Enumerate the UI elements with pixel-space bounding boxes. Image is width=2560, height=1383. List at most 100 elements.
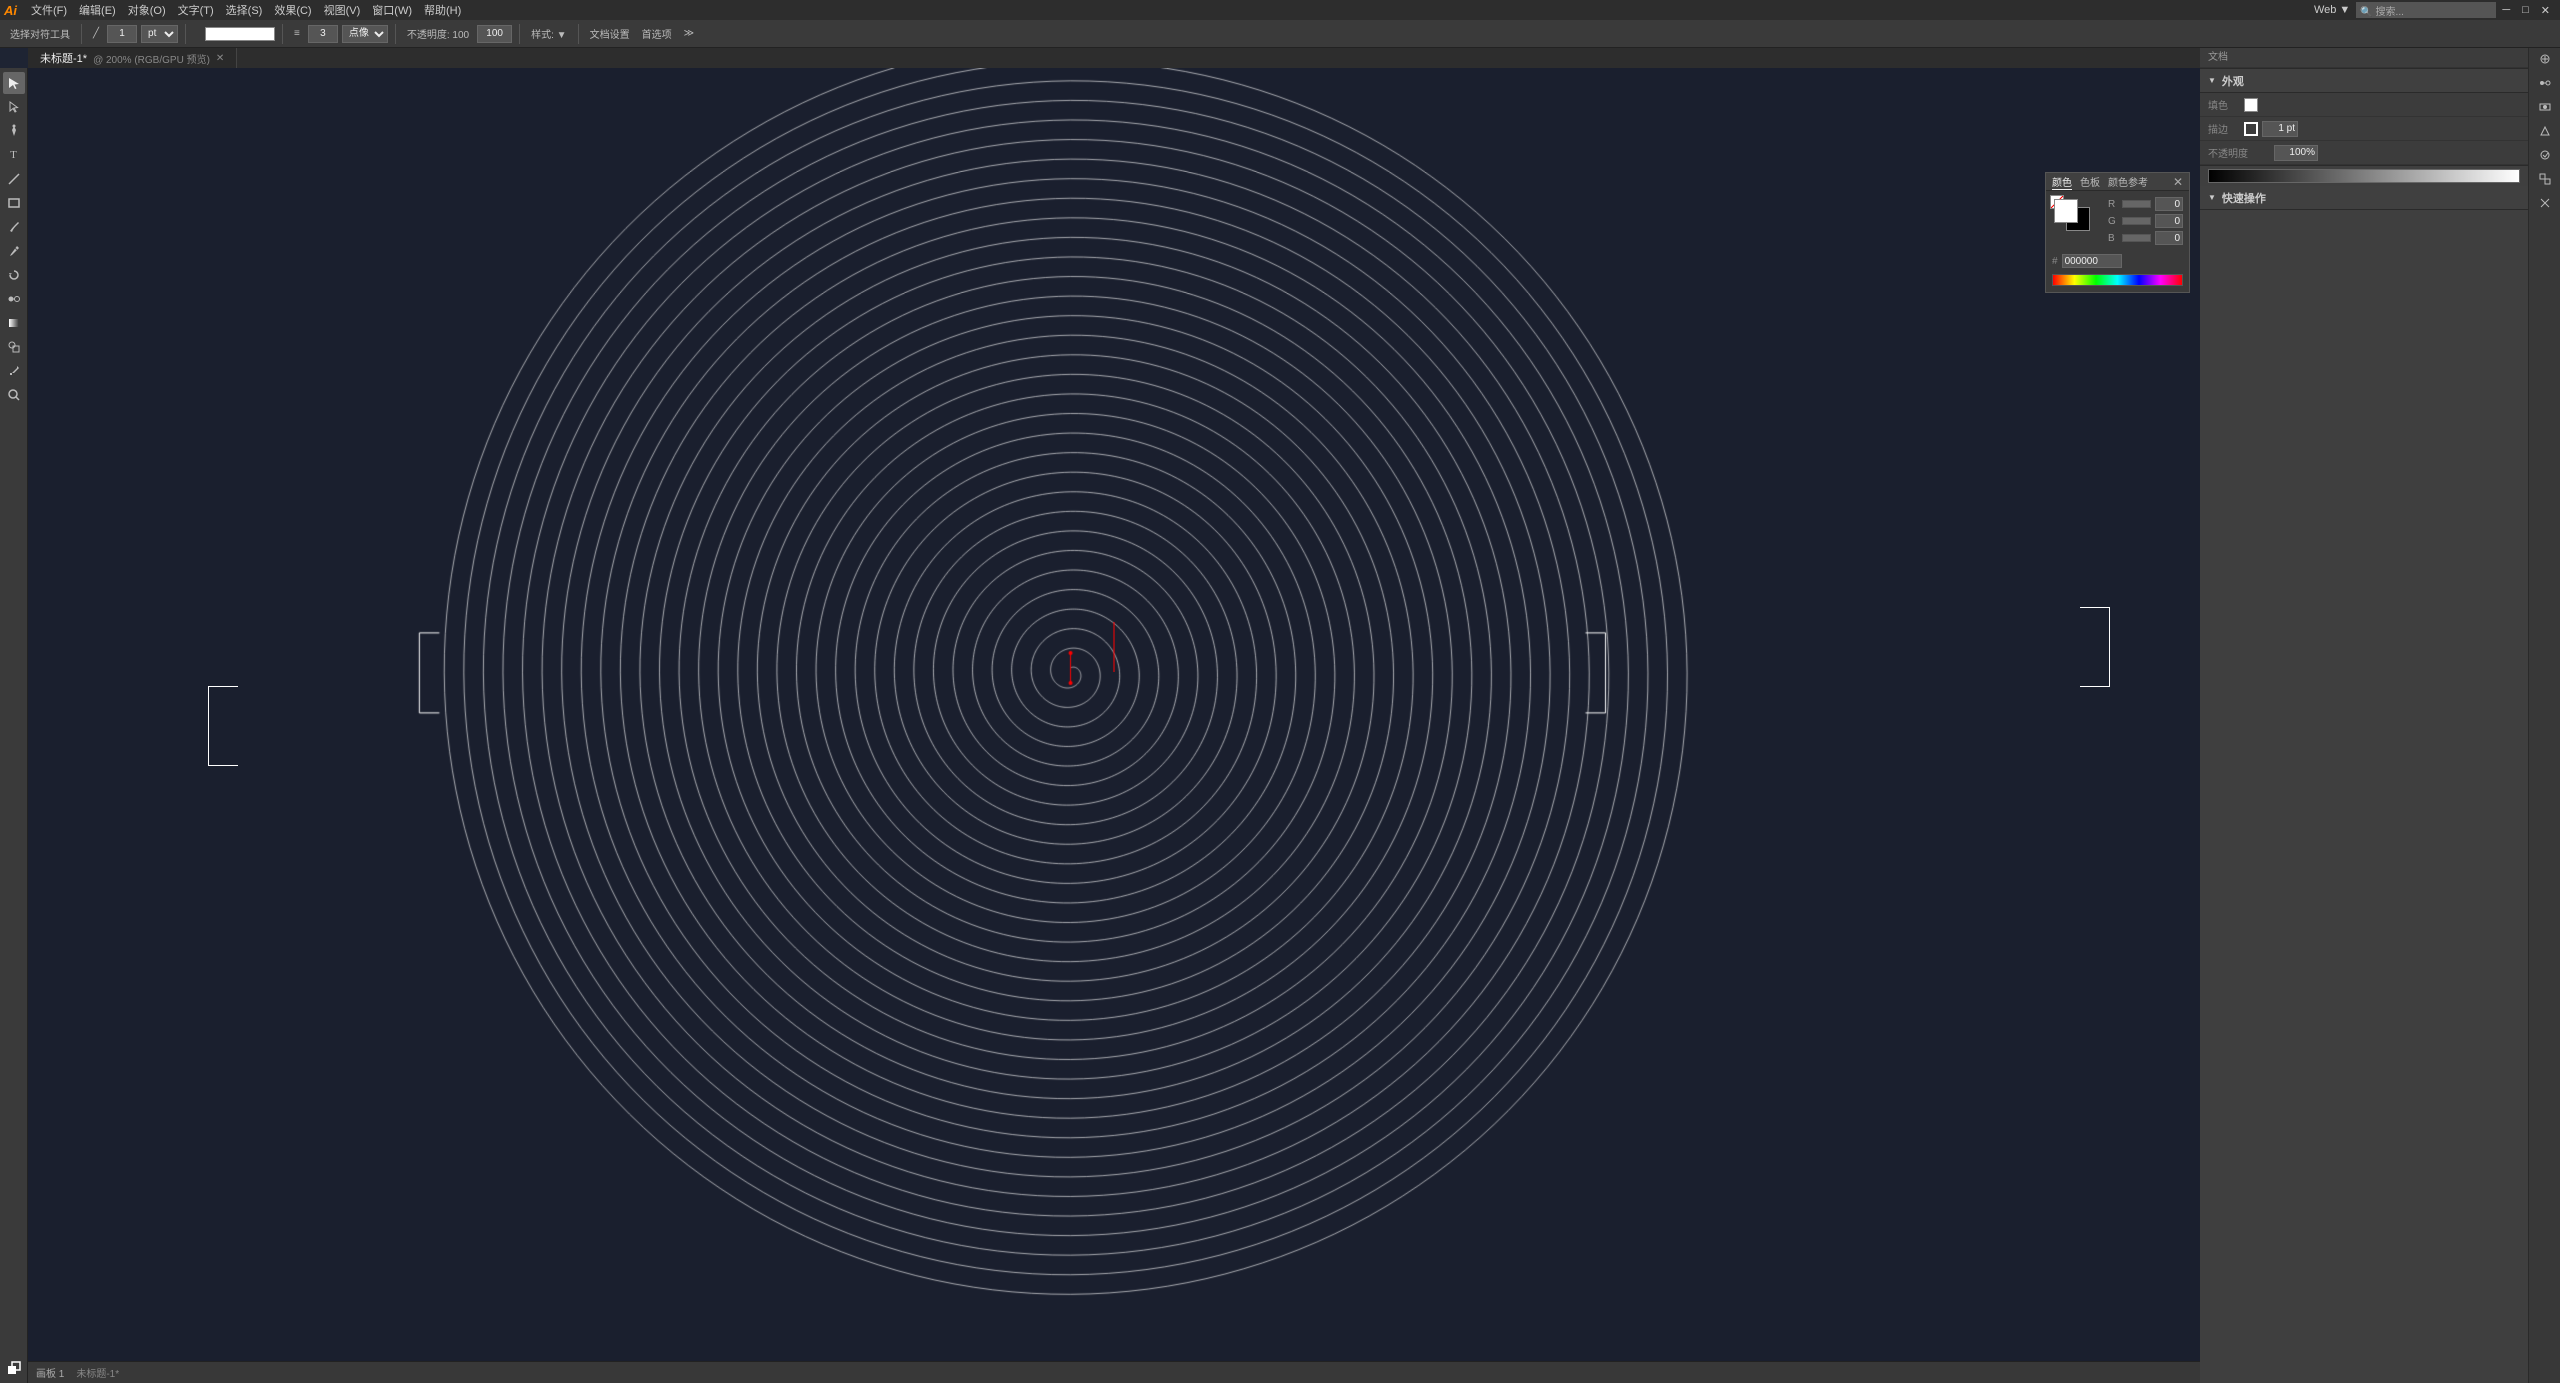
outer-btn-5[interactable] xyxy=(2533,120,2557,142)
opacity-value-input[interactable] xyxy=(2274,145,2318,161)
gradient-bar xyxy=(2208,169,2520,183)
close-btn[interactable]: ✕ xyxy=(2535,4,2556,17)
more-btn[interactable]: ≫ xyxy=(680,26,698,41)
outer-btn-2[interactable] xyxy=(2533,48,2557,70)
stroke-color-swatch[interactable] xyxy=(2244,122,2258,136)
hex-input[interactable] xyxy=(2062,254,2122,268)
stroke-weight-input[interactable] xyxy=(2262,121,2298,137)
blend-tool-btn[interactable] xyxy=(3,288,25,310)
fill-stroke-panel: 填色 描边 不透明度 xyxy=(2200,93,2528,166)
stroke-preview xyxy=(205,27,275,41)
menu-window[interactable]: 窗口(W) xyxy=(366,2,418,18)
stroke-unit-select[interactable]: pt px xyxy=(141,25,178,43)
appearance-header[interactable]: ▼ 外观 xyxy=(2200,69,2528,93)
red-input[interactable] xyxy=(2155,197,2183,211)
zoom-tool-btn[interactable] xyxy=(3,384,25,406)
menu-type[interactable]: 文字(T) xyxy=(172,2,220,18)
document-tab[interactable]: 未标题-1* @ 200% (RGB/GPU 预览) ✕ xyxy=(28,48,237,68)
stroke-value-area xyxy=(2244,121,2298,137)
sep-2 xyxy=(185,24,186,44)
menu-web: Web ▼ xyxy=(2308,4,2356,16)
color-tab-reference[interactable]: 颜色参考 xyxy=(2108,174,2148,190)
blue-input[interactable] xyxy=(2155,231,2183,245)
sep-6 xyxy=(578,24,579,44)
outer-btn-4[interactable] xyxy=(2533,96,2557,118)
canvas-area[interactable] xyxy=(28,68,2200,1383)
direct-selection-tool-btn[interactable] xyxy=(3,96,25,118)
blue-label: B xyxy=(2108,233,2118,244)
outer-btn-7[interactable] xyxy=(2533,168,2557,190)
outer-btn-6[interactable] xyxy=(2533,144,2557,166)
opacity-input[interactable] xyxy=(477,25,512,43)
color-spectrum-bar[interactable] xyxy=(2052,274,2183,286)
paintbrush-tool-btn[interactable] xyxy=(3,216,25,238)
color-panel-header: 颜色 色板 颜色参考 ✕ xyxy=(2046,173,2189,191)
rotate-tool-btn[interactable] xyxy=(3,264,25,286)
appearance-triangle: ▼ xyxy=(2208,76,2216,85)
restore-btn[interactable]: □ xyxy=(2516,4,2535,16)
menu-help[interactable]: 帮助(H) xyxy=(418,2,467,18)
status-bar: 画板 1 未标题-1* xyxy=(28,1361,2200,1383)
green-slider-row: G xyxy=(2108,214,2183,228)
fill-swatch-fg[interactable] xyxy=(2054,199,2078,223)
pen-tool-btn[interactable] xyxy=(3,120,25,142)
doc-label: 文档 xyxy=(2208,48,2228,63)
weight-input[interactable] xyxy=(308,25,338,43)
fill-color-swatch[interactable] xyxy=(2244,98,2258,112)
style-select[interactable]: 样式: ▼ xyxy=(527,24,570,43)
menu-effect[interactable]: 效果(C) xyxy=(268,2,317,18)
hex-row: # xyxy=(2052,254,2183,268)
tab-label: 未标题-1* xyxy=(40,50,87,66)
preferences-btn[interactable]: 首选项 xyxy=(638,24,676,43)
menu-bar: Ai 文件(F) 编辑(E) 对象(O) 文字(T) 选择(S) 效果(C) 视… xyxy=(0,0,2560,20)
color-tab-swatches[interactable]: 色板 xyxy=(2080,174,2100,190)
color-tab-color[interactable]: 颜色 xyxy=(2052,174,2072,190)
gradient-tool-btn[interactable] xyxy=(3,312,25,334)
toolbar: 选择对符工具 ╱ pt px ≡ 点像 pt 不透明度: 100 样式: ▼ 文… xyxy=(0,20,2560,48)
tools-panel: T xyxy=(0,68,28,1383)
weight-icon: ≡ xyxy=(290,26,304,41)
blue-slider[interactable] xyxy=(2122,234,2151,242)
outer-btn-3[interactable] xyxy=(2533,72,2557,94)
app-logo: Ai xyxy=(4,3,17,18)
fill-stroke-btn[interactable] xyxy=(3,1357,25,1379)
stroke-preview-label xyxy=(193,32,201,36)
search-bar[interactable]: 🔍 搜索... xyxy=(2356,2,2496,18)
eyedropper-tool-btn[interactable] xyxy=(3,360,25,382)
menu-file[interactable]: 文件(F) xyxy=(25,2,73,18)
minimize-btn[interactable]: ─ xyxy=(2496,4,2516,16)
color-sliders-area: R G B xyxy=(2108,197,2183,248)
menu-object[interactable]: 对象(O) xyxy=(122,2,172,18)
fill-stroke-area xyxy=(2052,197,2100,239)
stroke-width-input[interactable] xyxy=(107,25,137,43)
hash-symbol: # xyxy=(2052,256,2058,267)
selection-bracket-right xyxy=(2080,607,2110,687)
artboard-indicator: 画板 1 xyxy=(36,1365,64,1380)
appearance-label: 外观 xyxy=(2222,73,2244,89)
quick-actions-header[interactable]: ▼ 快速操作 xyxy=(2200,186,2528,210)
sep-5 xyxy=(519,24,520,44)
menu-view[interactable]: 视图(V) xyxy=(318,2,367,18)
color-panel-close-btn[interactable]: ✕ xyxy=(2173,175,2183,189)
green-label: G xyxy=(2108,216,2118,227)
selection-tool-btn[interactable] xyxy=(3,72,25,94)
menu-select[interactable]: 选择(S) xyxy=(220,2,269,18)
document-settings-btn[interactable]: 文档设置 xyxy=(586,24,634,43)
status-info: 未标题-1* xyxy=(76,1365,119,1380)
rect-tool-btn[interactable] xyxy=(3,192,25,214)
outer-btn-8[interactable] xyxy=(2533,192,2557,214)
qa-label: 快速操作 xyxy=(2222,190,2266,206)
type-tool-btn[interactable]: T xyxy=(3,144,25,166)
pencil-tool-btn[interactable] xyxy=(3,240,25,262)
line-tool-btn[interactable] xyxy=(3,168,25,190)
red-slider-row: R xyxy=(2108,197,2183,211)
red-slider[interactable] xyxy=(2122,200,2151,208)
green-input[interactable] xyxy=(2155,214,2183,228)
fill-row: 填色 xyxy=(2200,93,2528,117)
weight-unit-select[interactable]: 点像 pt xyxy=(342,25,388,43)
blue-slider-row: B xyxy=(2108,231,2183,245)
menu-edit[interactable]: 编辑(E) xyxy=(73,2,122,18)
shape-builder-btn[interactable] xyxy=(3,336,25,358)
green-slider[interactable] xyxy=(2122,217,2151,225)
tab-close-btn[interactable]: ✕ xyxy=(216,53,224,64)
